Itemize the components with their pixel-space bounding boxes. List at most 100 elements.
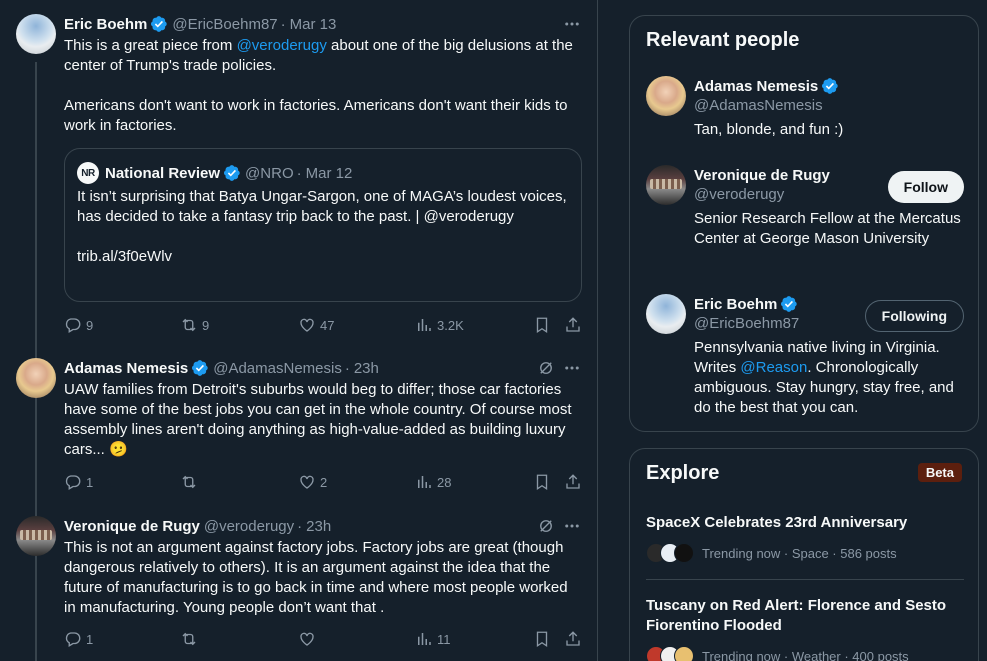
person-handle: @AdamasNemesis — [694, 97, 823, 114]
author-name[interactable]: Eric Boehm — [64, 16, 147, 33]
separator-dot: · — [344, 359, 350, 377]
views-button[interactable]: 3.2K — [415, 316, 464, 334]
author-name[interactable]: Adamas Nemesis — [64, 360, 188, 377]
reply-button[interactable]: 1 — [64, 473, 93, 491]
trend-title[interactable]: Tuscany on Red Alert: Florence and Sesto… — [646, 596, 964, 636]
share-icon — [566, 317, 580, 332]
tweet-eric-boehm[interactable]: Eric Boehm @EricBoehm87 · Mar 13 This is… — [0, 0, 597, 350]
analytics-icon — [418, 319, 431, 331]
repost-button[interactable]: 9 — [180, 316, 209, 334]
quote-timestamp: Mar 12 — [305, 164, 353, 182]
like-button[interactable]: 47 — [298, 316, 334, 334]
analytics-icon — [418, 633, 431, 645]
quote-text: It isn’t surprising that Batya Ungar-Sar… — [77, 187, 569, 267]
quoted-tweet[interactable]: NR National Review @NRO · Mar 12 It isn’… — [64, 148, 582, 302]
tweet-header: Veronique de Rugy @veroderugy · 23h — [64, 516, 582, 536]
reply-icon — [65, 475, 81, 490]
mention-link[interactable]: @veroderugy — [237, 37, 327, 54]
tweet-veronique-de-rugy[interactable]: Veronique de Rugy @veroderugy · 23h This… — [0, 507, 597, 661]
avatar[interactable] — [16, 14, 56, 54]
relevant-person[interactable]: Adamas Nemesis @AdamasNemesis Tan, blond… — [646, 76, 964, 146]
author-handle[interactable]: @AdamasNemesis — [213, 360, 342, 377]
quote-link[interactable]: trib.al/3f0eWlv — [77, 247, 569, 267]
share-button[interactable] — [564, 316, 582, 334]
tweet-actions: 1 2 28 — [64, 472, 582, 492]
verified-badge-icon — [821, 77, 839, 95]
tweet-text: This is a great piece from @veroderugy a… — [64, 37, 573, 134]
views-button[interactable]: 11 — [415, 630, 451, 648]
tweet-header: Adamas Nemesis @AdamasNemesis · 23h — [64, 358, 582, 378]
bookmark-button[interactable] — [533, 630, 551, 648]
timestamp[interactable]: 23h — [354, 360, 379, 377]
tweet-text: UAW families from Detroit's suburbs woul… — [64, 381, 572, 458]
share-button[interactable] — [564, 630, 582, 648]
tweet-adamas-nemesis[interactable]: Adamas Nemesis @AdamasNemesis · 23h UAW … — [0, 350, 597, 507]
verified-badge-icon — [780, 295, 798, 313]
quote-author-name: National Review — [105, 164, 221, 182]
avatar[interactable] — [16, 516, 56, 556]
reply-button[interactable]: 1 — [64, 630, 93, 648]
person-name[interactable]: Veronique de Rugy — [694, 167, 830, 184]
reason-link[interactable]: @Reason — [740, 359, 807, 376]
like-button[interactable] — [298, 630, 320, 648]
avatar[interactable] — [646, 76, 686, 116]
avatar[interactable] — [646, 165, 686, 205]
tweet-actions: 1 11 — [64, 629, 582, 649]
trend-item[interactable]: SpaceX Celebrates 23rd Anniversary Trend… — [646, 513, 964, 565]
share-icon — [566, 631, 580, 646]
trend-avatars — [646, 543, 694, 563]
bookmark-button[interactable] — [533, 473, 551, 491]
explore-card: Explore Beta SpaceX Celebrates 23rd Anni… — [629, 448, 979, 661]
reply-button[interactable]: 9 — [64, 316, 93, 334]
repost-icon — [182, 475, 196, 489]
relevant-people-card: Relevant people Adamas Nemesis @AdamasNe… — [629, 15, 979, 432]
more-options-icon[interactable] — [562, 14, 582, 34]
person-name[interactable]: Adamas Nemesis — [694, 78, 818, 95]
like-button[interactable]: 2 — [298, 473, 327, 491]
share-button[interactable] — [564, 473, 582, 491]
repost-button[interactable] — [180, 473, 202, 491]
following-button[interactable]: Following — [864, 300, 964, 332]
timestamp[interactable]: Mar 13 — [290, 16, 337, 33]
tweet-header: Eric Boehm @EricBoehm87 · Mar 13 — [64, 14, 582, 34]
separator-dot: · — [296, 164, 302, 182]
author-handle[interactable]: @EricBoehm87 — [172, 16, 277, 33]
tweet-actions: 9 9 47 3.2K — [64, 315, 582, 335]
bookmark-icon — [536, 474, 548, 491]
timeline: Eric Boehm @EricBoehm87 · Mar 13 This is… — [0, 0, 598, 661]
more-options-icon[interactable] — [562, 358, 582, 378]
quote-author-handle: @NRO — [245, 164, 294, 182]
repost-icon — [182, 318, 196, 332]
follow-button[interactable]: Follow — [887, 171, 964, 203]
author-name[interactable]: Veronique de Rugy — [64, 518, 200, 535]
grok-icon[interactable] — [536, 358, 556, 378]
national-review-logo: NR — [77, 162, 99, 184]
avatar[interactable] — [16, 358, 56, 398]
more-options-icon[interactable] — [562, 516, 582, 536]
verified-badge-icon — [223, 164, 241, 182]
person-bio: Pennsylvania native living in Virginia. … — [694, 339, 954, 416]
repost-button[interactable] — [180, 630, 202, 648]
verified-badge-icon — [191, 359, 209, 377]
trend-meta: Trending now · Weather · 400 posts — [702, 648, 909, 661]
grok-icon[interactable] — [536, 516, 556, 536]
reply-icon — [65, 632, 81, 647]
trend-item[interactable]: Tuscany on Red Alert: Florence and Sesto… — [646, 596, 964, 661]
verified-badge-icon — [150, 15, 168, 33]
views-button[interactable]: 28 — [415, 473, 451, 491]
separator-dot: · — [280, 15, 286, 33]
person-bio: Tan, blonde, and fun :) — [694, 121, 844, 138]
person-name[interactable]: Eric Boehm — [694, 296, 777, 313]
separator-dot: · — [297, 517, 303, 535]
share-icon — [566, 474, 580, 489]
relevant-people-title: Relevant people — [646, 29, 800, 51]
analytics-icon — [418, 476, 431, 488]
trend-title[interactable]: SpaceX Celebrates 23rd Anniversary — [646, 513, 964, 533]
avatar[interactable] — [646, 294, 686, 334]
bookmark-button[interactable] — [533, 316, 551, 334]
relevant-person[interactable]: Veronique de Rugy @veroderugy Senior Res… — [646, 165, 964, 275]
heart-icon — [300, 632, 314, 646]
author-handle[interactable]: @veroderugy — [204, 518, 294, 535]
timestamp[interactable]: 23h — [306, 518, 331, 535]
relevant-person[interactable]: Eric Boehm @EricBoehm87 Pennsylvania nat… — [646, 294, 964, 424]
